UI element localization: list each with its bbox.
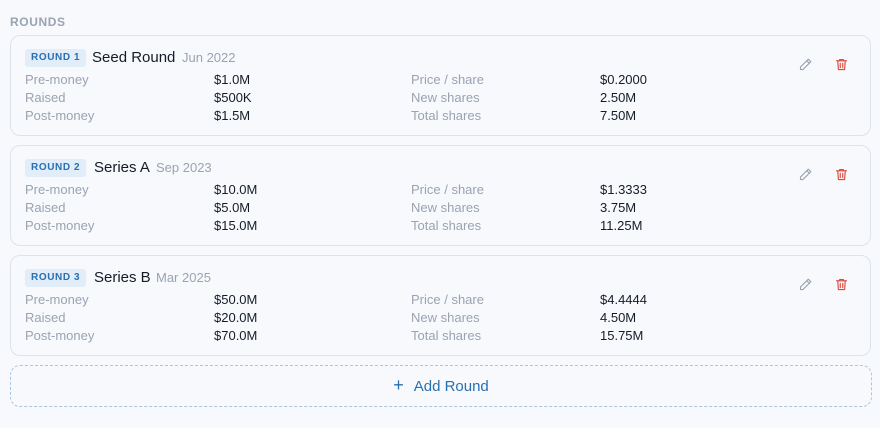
section-title: ROUNDS <box>10 15 66 29</box>
total-shares-label: Total shares <box>411 108 482 123</box>
pencil-icon <box>799 58 811 70</box>
postmoney-label: Post-money <box>25 218 95 233</box>
rounds-panel: ROUNDS ROUND 1 Seed Round Jun 2022 Pre-m… <box>0 0 880 428</box>
add-round-label: Add Round <box>413 377 489 395</box>
round-date: Mar 2025 <box>156 270 211 285</box>
round-name: Series B <box>94 269 151 286</box>
raised-label: Raised <box>25 310 66 325</box>
trash-icon <box>835 58 847 70</box>
price-per-share-value: $0.2000 <box>600 72 647 87</box>
premoney-label: Pre-money <box>25 292 89 307</box>
premoney-label: Pre-money <box>25 72 89 87</box>
new-shares-label: New shares <box>411 200 480 215</box>
premoney-value: $10.0M <box>214 182 258 197</box>
round-card: ROUND 3 Series B Mar 2025 Pre-money $50.… <box>10 255 871 356</box>
pencil-icon <box>799 168 811 180</box>
delete-round-button[interactable] <box>832 55 850 73</box>
postmoney-value: $1.5M <box>214 108 251 123</box>
price-per-share-label: Price / share <box>411 182 484 197</box>
postmoney-value: $70.0M <box>214 328 258 343</box>
total-shares-value: 11.25M <box>600 218 643 233</box>
pencil-icon <box>799 278 811 290</box>
round-badge: ROUND 3 <box>25 269 87 287</box>
raised-value: $5.0M <box>214 200 251 215</box>
new-shares-label: New shares <box>411 90 480 105</box>
raised-label: Raised <box>25 200 66 215</box>
price-per-share-label: Price / share <box>411 72 484 87</box>
price-per-share-value: $1.3333 <box>600 182 647 197</box>
raised-value: $20.0M <box>214 310 258 325</box>
edit-round-button[interactable] <box>796 55 814 73</box>
round-card: ROUND 1 Seed Round Jun 2022 Pre-money $1… <box>10 35 871 136</box>
round-name: Seed Round <box>92 49 176 66</box>
round-date: Sep 2023 <box>156 160 212 175</box>
premoney-label: Pre-money <box>25 182 89 197</box>
postmoney-label: Post-money <box>25 328 95 343</box>
new-shares-value: 3.75M <box>600 200 637 215</box>
total-shares-label: Total shares <box>411 328 482 343</box>
postmoney-value: $15.0M <box>214 218 258 233</box>
round-date: Jun 2022 <box>182 50 236 65</box>
add-round-button[interactable]: + Add Round <box>10 365 872 407</box>
plus-icon: + <box>393 375 404 395</box>
total-shares-value: 15.75M <box>600 328 644 343</box>
new-shares-value: 2.50M <box>600 90 637 105</box>
round-card: ROUND 2 Series A Sep 2023 Pre-money $10.… <box>10 145 871 246</box>
trash-icon <box>835 278 847 290</box>
premoney-value: $50.0M <box>214 292 258 307</box>
raised-label: Raised <box>25 90 66 105</box>
round-badge: ROUND 2 <box>25 159 87 177</box>
delete-round-button[interactable] <box>832 165 850 183</box>
total-shares-value: 7.50M <box>600 108 637 123</box>
round-badge: ROUND 1 <box>25 49 87 67</box>
edit-round-button[interactable] <box>796 275 814 293</box>
raised-value: $500K <box>214 90 252 105</box>
edit-round-button[interactable] <box>796 165 814 183</box>
postmoney-label: Post-money <box>25 108 95 123</box>
total-shares-label: Total shares <box>411 218 482 233</box>
new-shares-label: New shares <box>411 310 480 325</box>
new-shares-value: 4.50M <box>600 310 637 325</box>
price-per-share-label: Price / share <box>411 292 484 307</box>
price-per-share-value: $4.4444 <box>600 292 647 307</box>
delete-round-button[interactable] <box>832 275 850 293</box>
premoney-value: $1.0M <box>214 72 251 87</box>
round-name: Series A <box>94 159 150 176</box>
trash-icon <box>835 168 847 180</box>
